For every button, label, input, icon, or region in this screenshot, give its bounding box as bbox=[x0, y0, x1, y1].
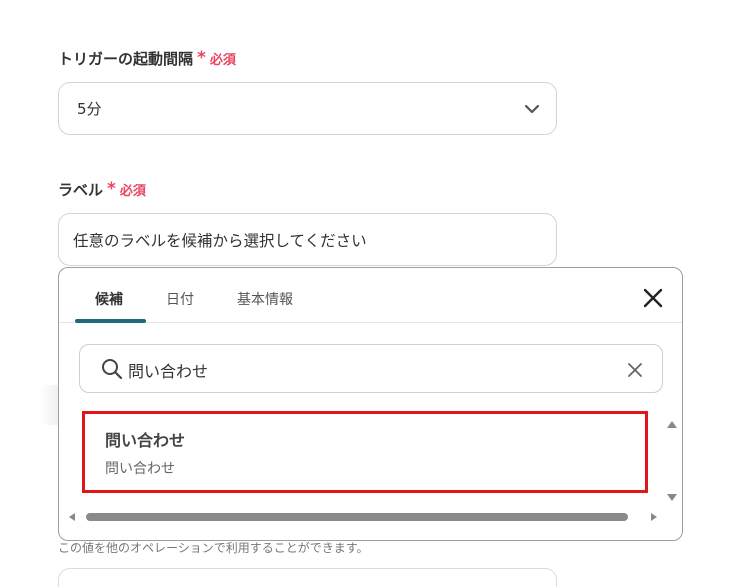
trigger-interval-select[interactable]: 5分 bbox=[58, 82, 557, 135]
page: トリガーの起動間隔 * 必須 5分 ラベル * 必須 任意のラベルを候補から選択… bbox=[0, 0, 744, 587]
required-star: * bbox=[197, 48, 206, 68]
candidate-search-input[interactable]: 問い合わせ bbox=[79, 344, 663, 393]
required-star: * bbox=[107, 179, 116, 199]
tab-basic-info[interactable]: 基本情報 bbox=[237, 289, 293, 309]
scroll-down-arrow-icon[interactable] bbox=[666, 493, 678, 503]
label-field-label: ラベル bbox=[58, 181, 104, 199]
popover-tabs: 候補 日付 基本情報 bbox=[59, 268, 682, 323]
scroll-up-arrow-icon[interactable] bbox=[666, 419, 678, 429]
search-icon bbox=[102, 359, 123, 380]
required-text: 必須 bbox=[119, 184, 146, 199]
active-tab-indicator bbox=[75, 319, 146, 323]
trigger-interval-label-row: トリガーの起動間隔 * 必須 bbox=[58, 48, 236, 69]
trigger-interval-value: 5分 bbox=[77, 100, 102, 118]
label-input[interactable]: 任意のラベルを候補から選択してください bbox=[58, 213, 557, 266]
background-shadow bbox=[40, 385, 58, 425]
trigger-interval-label: トリガーの起動間隔 bbox=[58, 50, 194, 68]
result-title: 問い合わせ bbox=[105, 431, 186, 450]
tab-candidates[interactable]: 候補 bbox=[95, 289, 123, 309]
clear-icon[interactable] bbox=[627, 362, 643, 378]
search-value: 問い合わせ bbox=[128, 362, 209, 381]
required-text: 必須 bbox=[209, 53, 236, 68]
scrollbar-thumb[interactable] bbox=[86, 513, 628, 521]
label-input-placeholder: 任意のラベルを候補から選択してください bbox=[73, 231, 367, 250]
horizontal-scrollbar[interactable] bbox=[67, 511, 661, 523]
tab-date[interactable]: 日付 bbox=[166, 289, 194, 309]
next-field-input[interactable] bbox=[58, 568, 557, 587]
scroll-left-arrow-icon[interactable] bbox=[67, 512, 77, 522]
helper-text: この値を他のオペレーションで利用することができます。 bbox=[58, 541, 369, 555]
close-icon[interactable] bbox=[641, 286, 665, 310]
result-subtitle: 問い合わせ bbox=[105, 461, 175, 477]
candidate-popover: 候補 日付 基本情報 問い合わせ 問い合わせ 問い合わせ bbox=[58, 267, 683, 541]
list-item[interactable]: 問い合わせ 問い合わせ bbox=[82, 411, 648, 493]
chevron-down-icon bbox=[524, 104, 540, 113]
scroll-right-arrow-icon[interactable] bbox=[649, 512, 659, 522]
label-field-label-row: ラベル * 必須 bbox=[58, 179, 146, 200]
